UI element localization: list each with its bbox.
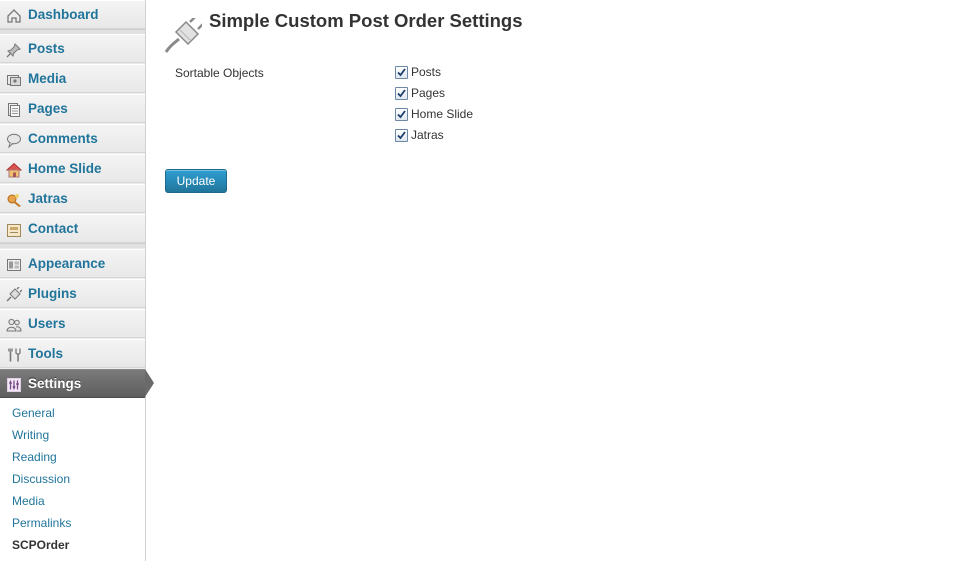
submenu-item-media[interactable]: Media (12, 494, 45, 508)
menu-item-label: Home Slide (28, 161, 102, 176)
submenu-item-reading[interactable]: Reading (12, 450, 57, 464)
jatras-icon (6, 192, 22, 208)
users-icon (6, 317, 22, 333)
menu-item-comments[interactable]: Comments (0, 124, 145, 153)
submenu-item-discussion[interactable]: Discussion (12, 472, 70, 486)
checkbox-pages[interactable] (395, 87, 408, 100)
checkbox-home-slide[interactable] (395, 108, 408, 121)
submenu-item-scporder[interactable]: SCPOrder (12, 538, 69, 552)
menu-item-label: Contact (28, 221, 79, 236)
menu-item-plugins[interactable]: Plugins (0, 279, 145, 308)
settings-submenu: General Writing Reading Discussion Media… (0, 398, 145, 561)
main-content: Simple Custom Post Order Settings Sortab… (146, 0, 960, 561)
submenu-item-writing[interactable]: Writing (12, 428, 49, 442)
sortable-objects-label: Sortable Objects (175, 66, 264, 80)
checkbox-label: Pages (411, 86, 446, 100)
menu-item-media[interactable]: Media (0, 64, 145, 93)
plugin-icon (6, 286, 23, 303)
menu-item-appearance[interactable]: Appearance (0, 249, 145, 278)
admin-menu: Dashboard Posts Media Pages Comments Hom… (0, 0, 154, 561)
menu-item-label: Appearance (28, 256, 106, 271)
tools-icon (6, 347, 22, 363)
menu-item-label: Posts (28, 41, 65, 56)
comment-icon (6, 132, 22, 149)
appearance-icon (6, 257, 22, 273)
pushpin-icon (6, 42, 22, 58)
menu-item-contact[interactable]: Contact (0, 214, 145, 243)
menu-item-label: Settings (28, 376, 82, 391)
menu-item-home-slide[interactable]: Home Slide (0, 154, 145, 183)
menu-item-label: Jatras (28, 191, 68, 206)
menu-item-dashboard[interactable]: Dashboard (0, 0, 145, 29)
menu-item-jatras[interactable]: Jatras (0, 184, 145, 213)
pages-icon (6, 102, 22, 118)
menu-item-label: Media (28, 71, 67, 86)
menu-item-label: Pages (28, 101, 68, 116)
menu-item-label: Comments (28, 131, 98, 146)
submenu-item-permalinks[interactable]: Permalinks (12, 516, 71, 530)
page-title: Simple Custom Post Order Settings (209, 10, 523, 31)
checkbox-label: Home Slide (411, 107, 474, 121)
contact-icon (6, 222, 22, 238)
update-button[interactable]: Update (165, 169, 227, 193)
menu-item-pages[interactable]: Pages (0, 94, 145, 123)
dashboard-icon (6, 8, 22, 24)
menu-item-label: Plugins (28, 286, 77, 301)
menu-item-posts[interactable]: Posts (0, 34, 145, 63)
checkbox-posts[interactable] (395, 66, 408, 79)
home-icon (5, 162, 23, 178)
menu-item-label: Users (28, 316, 66, 331)
checkbox-label: Posts (411, 65, 442, 79)
menu-separator (0, 243, 145, 248)
menu-item-settings[interactable]: Settings (0, 369, 145, 398)
menu-item-users[interactable]: Users (0, 309, 145, 338)
checkbox-jatras[interactable] (395, 129, 408, 142)
plug-icon (164, 16, 204, 54)
menu-item-label: Tools (28, 346, 63, 361)
menu-item-label: Dashboard (28, 7, 99, 22)
settings-icon (6, 377, 22, 393)
checkbox-label: Jatras (411, 128, 444, 142)
menu-item-tools[interactable]: Tools (0, 339, 145, 368)
media-icon (6, 72, 22, 88)
submenu-item-general[interactable]: General (12, 406, 55, 420)
